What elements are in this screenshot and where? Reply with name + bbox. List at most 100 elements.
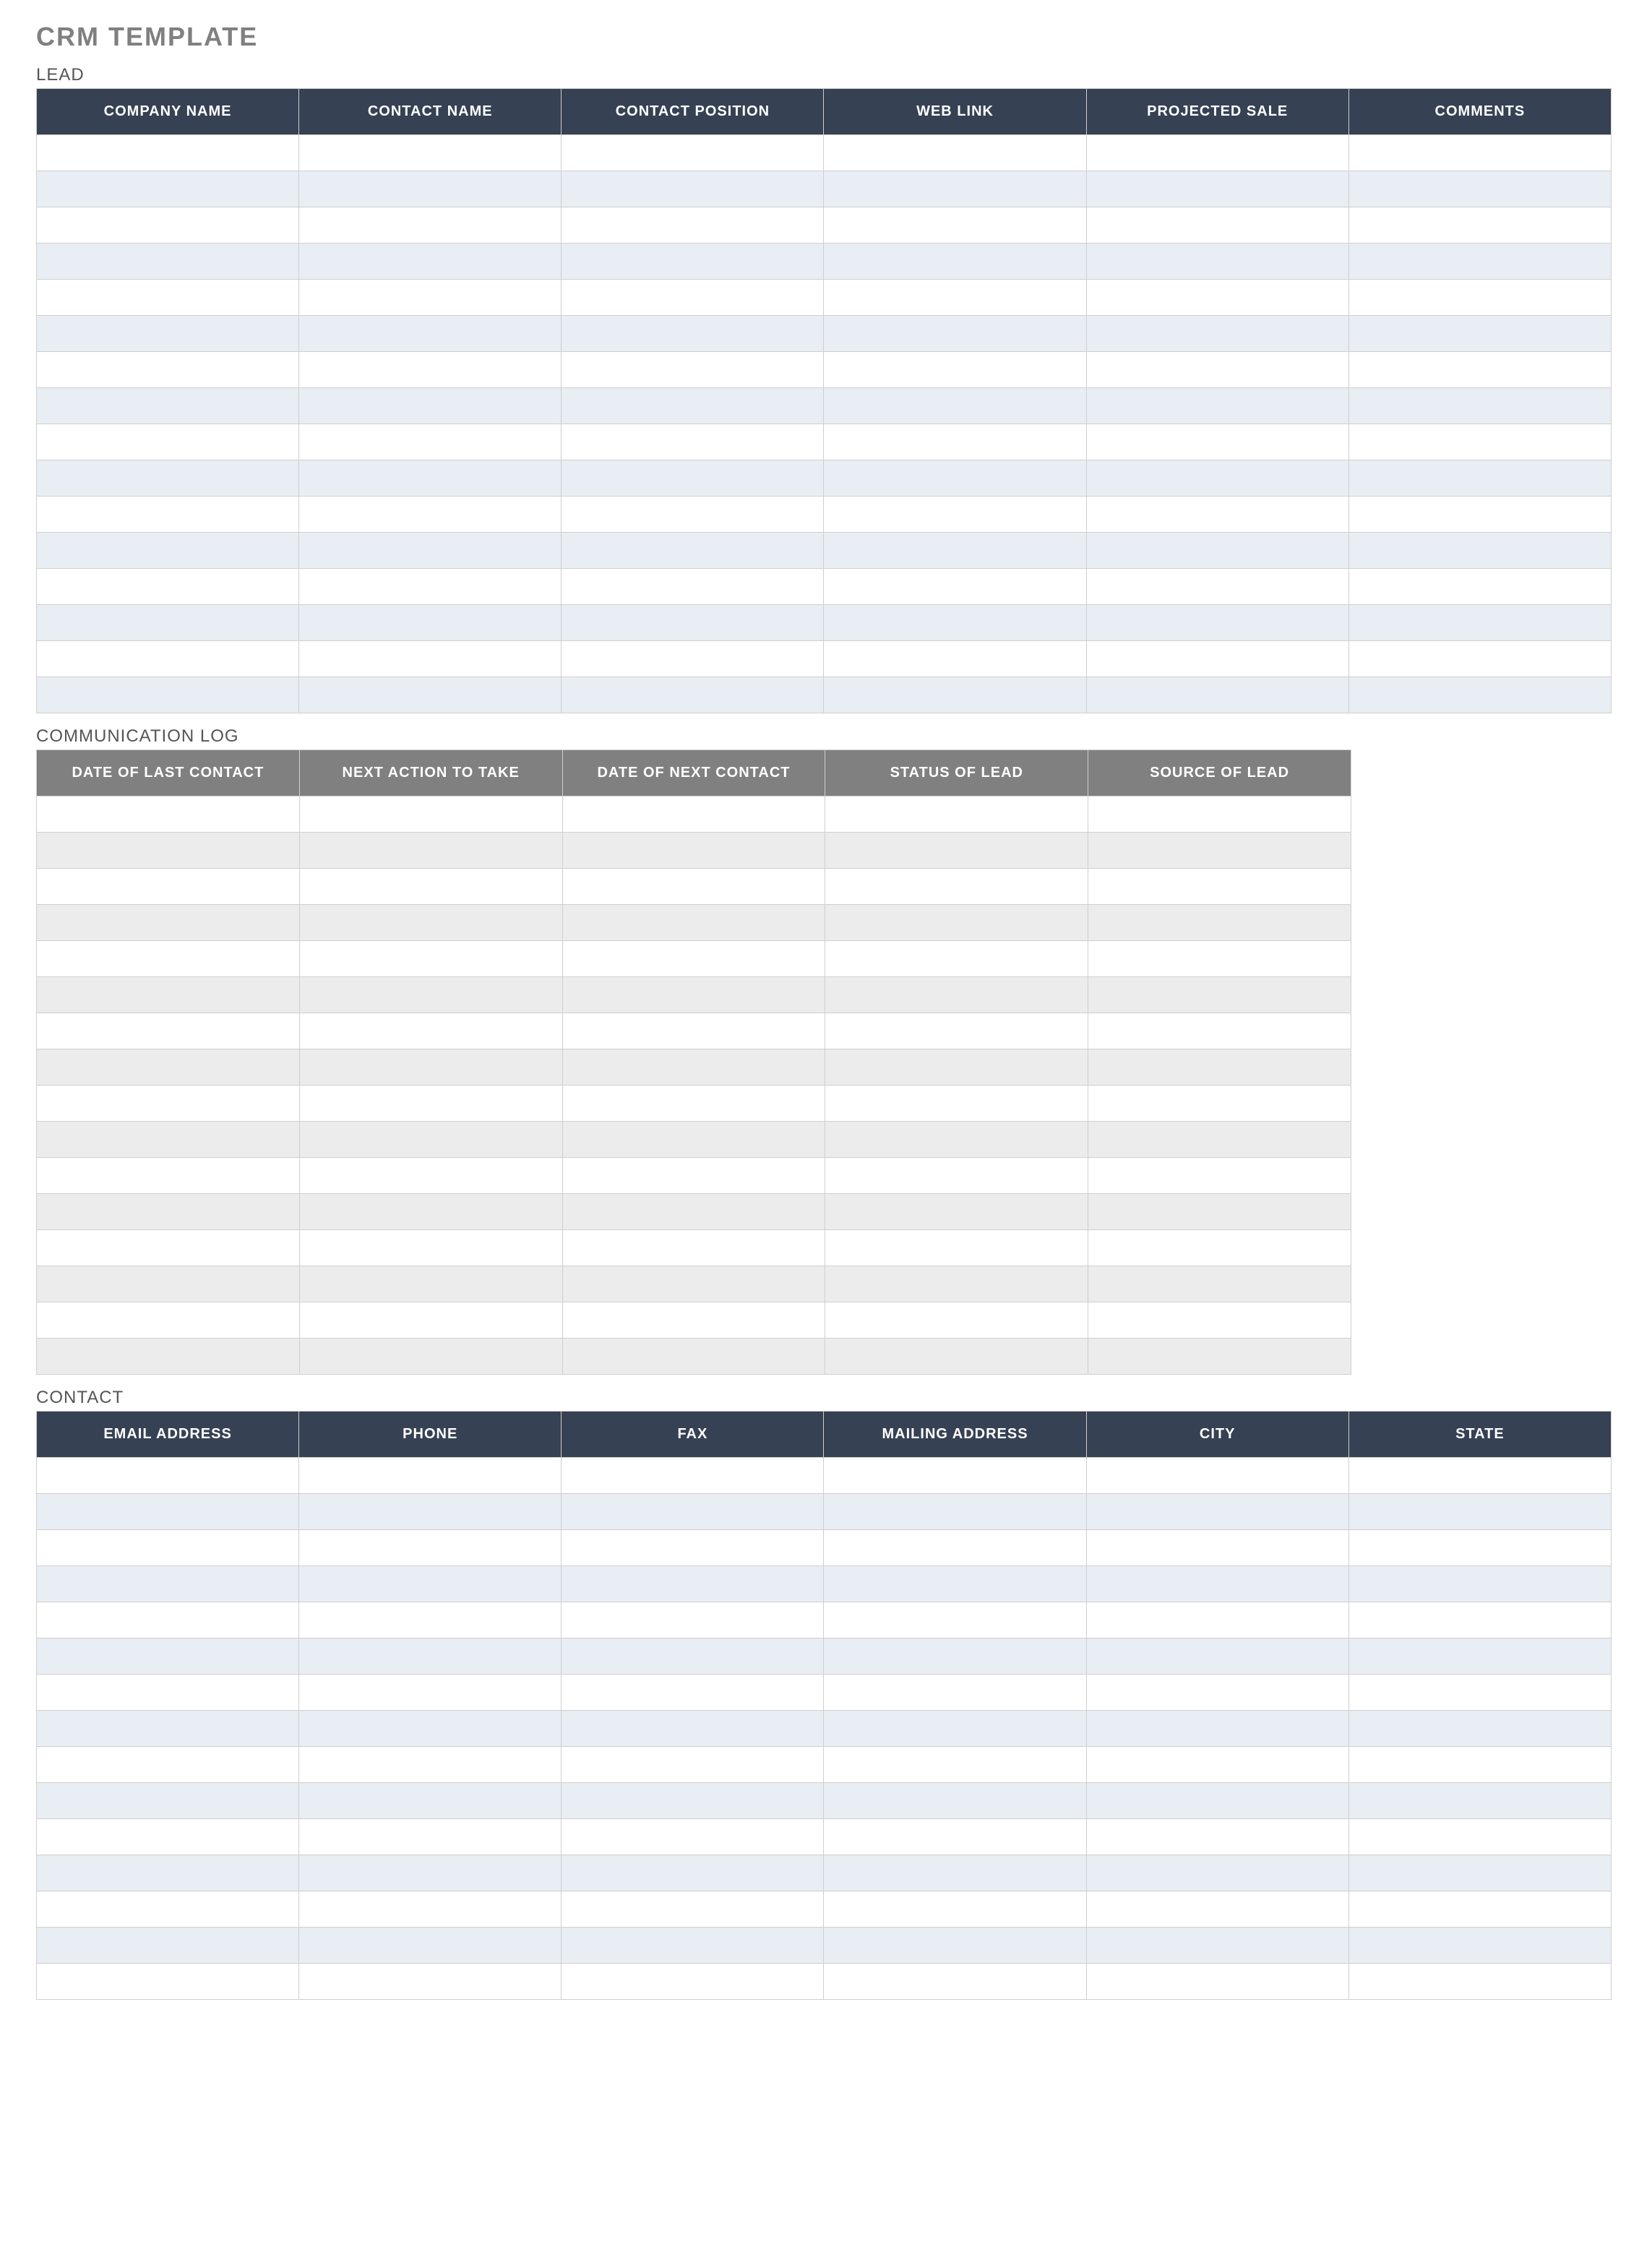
table-cell[interactable] bbox=[37, 833, 300, 869]
table-cell[interactable] bbox=[37, 316, 299, 352]
table-cell[interactable] bbox=[299, 1013, 562, 1049]
table-cell[interactable] bbox=[1348, 171, 1611, 207]
table-cell[interactable] bbox=[1086, 569, 1348, 605]
table-cell[interactable] bbox=[825, 905, 1088, 941]
table-cell[interactable] bbox=[299, 1458, 562, 1494]
table-cell[interactable] bbox=[37, 1158, 300, 1194]
table-cell[interactable] bbox=[824, 677, 1086, 713]
table-cell[interactable] bbox=[1086, 244, 1348, 280]
table-cell[interactable] bbox=[1348, 207, 1611, 244]
table-cell[interactable] bbox=[562, 388, 824, 424]
table-cell[interactable] bbox=[1088, 1266, 1351, 1302]
table-cell[interactable] bbox=[562, 941, 825, 977]
table-cell[interactable] bbox=[299, 1747, 562, 1783]
table-cell[interactable] bbox=[562, 641, 824, 677]
table-cell[interactable] bbox=[299, 460, 562, 497]
table-cell[interactable] bbox=[37, 796, 300, 833]
table-cell[interactable] bbox=[1086, 1819, 1348, 1855]
table-cell[interactable] bbox=[824, 171, 1086, 207]
table-cell[interactable] bbox=[824, 1530, 1086, 1566]
table-cell[interactable] bbox=[562, 1928, 824, 1964]
table-cell[interactable] bbox=[37, 1230, 300, 1266]
table-cell[interactable] bbox=[1086, 533, 1348, 569]
table-cell[interactable] bbox=[1086, 135, 1348, 171]
table-cell[interactable] bbox=[37, 569, 299, 605]
table-cell[interactable] bbox=[1086, 388, 1348, 424]
table-cell[interactable] bbox=[1348, 1602, 1611, 1638]
table-cell[interactable] bbox=[37, 605, 299, 641]
table-cell[interactable] bbox=[1348, 1928, 1611, 1964]
table-cell[interactable] bbox=[37, 1747, 299, 1783]
table-cell[interactable] bbox=[1348, 605, 1611, 641]
table-cell[interactable] bbox=[299, 1266, 562, 1302]
table-cell[interactable] bbox=[299, 1566, 562, 1602]
table-cell[interactable] bbox=[37, 1928, 299, 1964]
table-cell[interactable] bbox=[299, 1049, 562, 1086]
table-cell[interactable] bbox=[37, 207, 299, 244]
table-cell[interactable] bbox=[37, 641, 299, 677]
table-cell[interactable] bbox=[37, 977, 300, 1013]
table-cell[interactable] bbox=[562, 1086, 825, 1122]
table-cell[interactable] bbox=[1088, 869, 1351, 905]
table-cell[interactable] bbox=[824, 497, 1086, 533]
table-cell[interactable] bbox=[562, 1638, 824, 1675]
table-cell[interactable] bbox=[1348, 388, 1611, 424]
table-cell[interactable] bbox=[1086, 171, 1348, 207]
table-cell[interactable] bbox=[299, 244, 562, 280]
table-cell[interactable] bbox=[1348, 497, 1611, 533]
table-cell[interactable] bbox=[1088, 1339, 1351, 1375]
table-cell[interactable] bbox=[1086, 641, 1348, 677]
table-cell[interactable] bbox=[1348, 1783, 1611, 1819]
table-cell[interactable] bbox=[1348, 1855, 1611, 1891]
table-cell[interactable] bbox=[824, 207, 1086, 244]
table-cell[interactable] bbox=[825, 977, 1088, 1013]
table-cell[interactable] bbox=[562, 460, 824, 497]
table-cell[interactable] bbox=[562, 1566, 824, 1602]
table-cell[interactable] bbox=[825, 1230, 1088, 1266]
table-cell[interactable] bbox=[824, 1566, 1086, 1602]
table-cell[interactable] bbox=[562, 605, 824, 641]
table-cell[interactable] bbox=[825, 1302, 1088, 1339]
table-cell[interactable] bbox=[1348, 569, 1611, 605]
table-cell[interactable] bbox=[1348, 316, 1611, 352]
table-cell[interactable] bbox=[562, 1158, 825, 1194]
table-cell[interactable] bbox=[37, 1266, 300, 1302]
table-cell[interactable] bbox=[299, 1964, 562, 2000]
table-cell[interactable] bbox=[1088, 1086, 1351, 1122]
table-cell[interactable] bbox=[1086, 497, 1348, 533]
table-cell[interactable] bbox=[824, 605, 1086, 641]
table-cell[interactable] bbox=[824, 1458, 1086, 1494]
table-cell[interactable] bbox=[37, 1819, 299, 1855]
table-cell[interactable] bbox=[1088, 905, 1351, 941]
table-cell[interactable] bbox=[824, 1747, 1086, 1783]
table-cell[interactable] bbox=[562, 977, 825, 1013]
table-cell[interactable] bbox=[824, 388, 1086, 424]
table-cell[interactable] bbox=[37, 1194, 300, 1230]
table-cell[interactable] bbox=[37, 135, 299, 171]
table-cell[interactable] bbox=[1088, 1013, 1351, 1049]
table-cell[interactable] bbox=[824, 316, 1086, 352]
table-cell[interactable] bbox=[1348, 1638, 1611, 1675]
table-cell[interactable] bbox=[562, 677, 824, 713]
table-cell[interactable] bbox=[1348, 135, 1611, 171]
table-cell[interactable] bbox=[37, 1086, 300, 1122]
table-cell[interactable] bbox=[37, 1049, 300, 1086]
table-cell[interactable] bbox=[562, 533, 824, 569]
table-cell[interactable] bbox=[37, 1711, 299, 1747]
table-cell[interactable] bbox=[37, 244, 299, 280]
table-cell[interactable] bbox=[1086, 1711, 1348, 1747]
table-cell[interactable] bbox=[37, 869, 300, 905]
table-cell[interactable] bbox=[562, 1013, 825, 1049]
table-cell[interactable] bbox=[299, 1494, 562, 1530]
table-cell[interactable] bbox=[824, 1602, 1086, 1638]
table-cell[interactable] bbox=[299, 605, 562, 641]
table-cell[interactable] bbox=[824, 1783, 1086, 1819]
table-cell[interactable] bbox=[299, 1086, 562, 1122]
table-cell[interactable] bbox=[37, 1602, 299, 1638]
table-cell[interactable] bbox=[299, 1638, 562, 1675]
table-cell[interactable] bbox=[299, 424, 562, 460]
table-cell[interactable] bbox=[562, 352, 824, 388]
table-cell[interactable] bbox=[1348, 352, 1611, 388]
table-cell[interactable] bbox=[1088, 1302, 1351, 1339]
table-cell[interactable] bbox=[562, 1530, 824, 1566]
